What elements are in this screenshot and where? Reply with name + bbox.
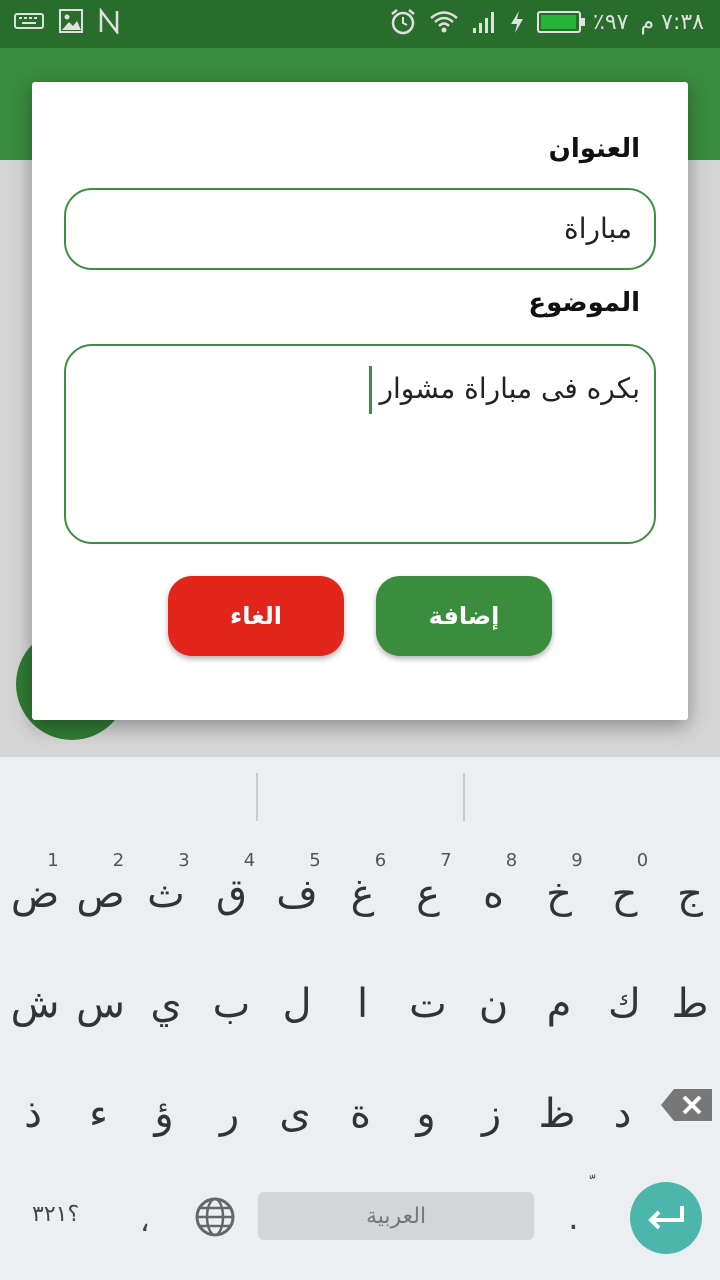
key[interactable]: ء — [66, 1064, 132, 1164]
enter-icon — [648, 1206, 684, 1230]
cancel-button[interactable]: الغاء — [168, 576, 344, 656]
key[interactable]: ؤ — [131, 1064, 197, 1164]
suggestion-strip — [0, 756, 720, 835]
key[interactable]: ذ — [0, 1064, 66, 1164]
period-key[interactable]: . — [568, 1198, 579, 1238]
key[interactable]: ن — [461, 954, 527, 1054]
backspace-key[interactable] — [660, 1088, 714, 1122]
keyboard-row-1: ض1ص2ث3ق4ف5غ6ع7ه8خ9ح0ج — [0, 834, 720, 944]
key[interactable]: ل — [264, 954, 330, 1054]
text-cursor — [368, 366, 372, 414]
suggestion-divider — [463, 773, 465, 821]
comma-key[interactable]: ، — [140, 1204, 150, 1239]
key[interactable]: ش — [2, 954, 68, 1054]
key[interactable]: م — [526, 954, 592, 1054]
key[interactable]: ي — [133, 954, 199, 1054]
key[interactable]: ظ — [524, 1064, 590, 1164]
title-label: العنوان — [548, 134, 640, 164]
keyboard-row-2: شسيبلاتنمكط — [0, 944, 720, 1054]
keyboard-row-3: ذءؤرىةوزظد — [0, 1054, 720, 1164]
globe-icon[interactable] — [194, 1196, 236, 1238]
space-key-label: العربية — [365, 1203, 427, 1229]
enter-key[interactable] — [630, 1182, 702, 1254]
key[interactable]: ب — [199, 954, 265, 1054]
subject-input-value: بكره فى مباراة مشوار — [379, 372, 641, 405]
space-key[interactable]: العربية — [258, 1192, 534, 1240]
key[interactable]: ا — [330, 954, 396, 1054]
subject-label: الموضوع — [528, 288, 640, 318]
key[interactable]: ر — [197, 1064, 263, 1164]
key[interactable]: ك — [592, 954, 658, 1054]
key[interactable]: ط — [657, 954, 720, 1054]
symbols-key[interactable]: ؟٣٢١ — [32, 1202, 79, 1227]
add-button[interactable]: إضافة — [376, 576, 552, 656]
keyboard: ض1ص2ث3ق4ف5غ6ع7ه8خ9ح0ج شسيبلاتنمكط ذءؤرىة… — [0, 834, 720, 1280]
suggestion-divider — [256, 773, 258, 821]
key[interactable]: ى — [262, 1064, 328, 1164]
key[interactable]: س — [68, 954, 134, 1054]
title-input[interactable]: مباراة — [64, 188, 656, 270]
subject-input[interactable]: بكره فى مباراة مشوار — [64, 344, 656, 544]
title-input-value: مباراة — [564, 212, 632, 245]
key[interactable]: ج — [657, 844, 720, 944]
key[interactable]: ة — [328, 1064, 394, 1164]
key[interactable]: و — [393, 1064, 459, 1164]
key[interactable]: د — [590, 1064, 656, 1164]
key[interactable]: ت — [395, 954, 461, 1054]
key[interactable]: ز — [459, 1064, 525, 1164]
add-item-dialog: العنوان مباراة الموضوع بكره فى مباراة مش… — [32, 82, 688, 720]
